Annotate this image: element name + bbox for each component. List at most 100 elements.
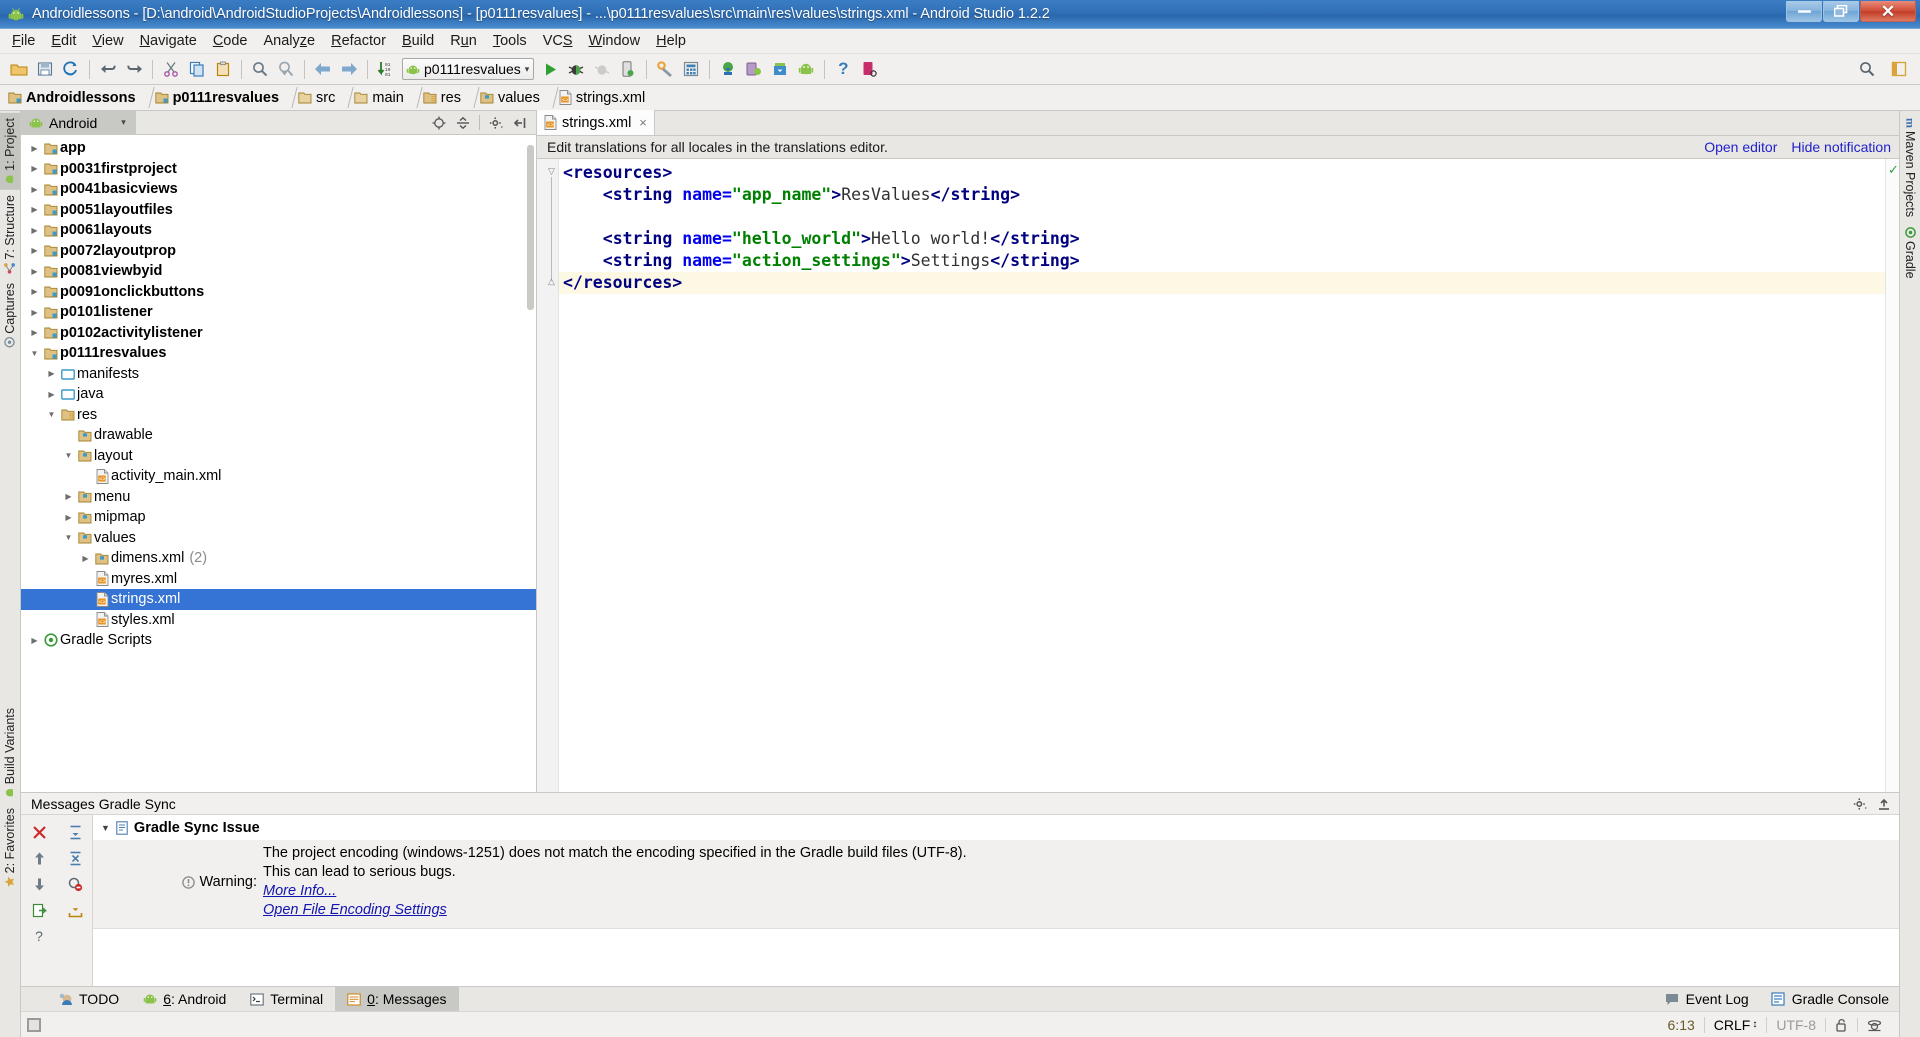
chevron-right-icon[interactable]: ▶ — [27, 226, 42, 235]
collapse-all-icon[interactable] — [455, 115, 471, 131]
menu-vcs[interactable]: VCS — [535, 30, 581, 53]
breadcrumb-item-androidlessons[interactable]: Androidlessons — [6, 85, 142, 111]
bottom-tab-gradle-console[interactable]: Gradle Console — [1771, 987, 1889, 1012]
layout-toggle-icon[interactable] — [1886, 56, 1912, 82]
bottom-tab-terminal[interactable]: Terminal — [238, 987, 335, 1012]
restore-button[interactable] — [1823, 1, 1859, 22]
minimize-button[interactable] — [1786, 1, 1822, 22]
caret-position[interactable]: 6:13 — [1659, 1017, 1704, 1033]
code-line[interactable]: <string name="app_name">ResValues</strin… — [559, 184, 1885, 206]
open-editor-link[interactable]: Open editor — [1704, 139, 1777, 155]
code-line[interactable]: <string name="action_settings">Settings<… — [559, 250, 1885, 272]
open-file-encoding-settings-link[interactable]: Open File Encoding Settings — [263, 901, 967, 920]
tree-item-p0111resvalues[interactable]: ▼ p0111resvalues — [21, 343, 536, 364]
menu-help[interactable]: Help — [648, 30, 694, 53]
breadcrumb-item-strings-xml[interactable]: <> strings.xml — [557, 85, 651, 111]
chevron-right-icon[interactable]: ▶ — [27, 246, 42, 255]
open-folder-icon[interactable] — [6, 56, 32, 82]
wrench-icon[interactable] — [652, 56, 678, 82]
collapse-all-icon[interactable] — [57, 845, 93, 871]
project-tree[interactable]: ▶ app ▶ p0031firstproject ▶ p0041basicviews ▶ p… — [21, 135, 536, 792]
chevron-right-icon[interactable]: ▶ — [78, 554, 93, 563]
editor-tab-strings-xml[interactable]: <> strings.xml × — [537, 110, 655, 135]
messages-warning-row[interactable]: Warning: The project encoding (windows-1… — [93, 840, 1899, 929]
sidebar-item-captures[interactable]: Captures — [0, 278, 20, 353]
undo-icon[interactable] — [95, 56, 121, 82]
tree-item-p0101listener[interactable]: ▶ p0101listener — [21, 302, 536, 323]
chevron-right-icon[interactable]: ▶ — [27, 205, 42, 214]
chevron-right-icon[interactable]: ▶ — [27, 144, 42, 153]
chevron-right-icon[interactable]: ▶ — [27, 328, 42, 337]
chevron-down-icon[interactable]: ▼ — [61, 533, 76, 542]
cut-icon[interactable] — [158, 56, 184, 82]
menu-edit[interactable]: Edit — [43, 30, 84, 53]
filter-errors-icon[interactable] — [57, 871, 93, 897]
line-separator[interactable]: CRLF ↕ — [1703, 1016, 1767, 1033]
sdk-sync-icon[interactable] — [715, 56, 741, 82]
tree-item-java[interactable]: ▶ java — [21, 384, 536, 405]
tree-item-menu[interactable]: ▶ menu — [21, 487, 536, 508]
menu-run[interactable]: Run — [442, 30, 485, 53]
sdk-manager-icon[interactable] — [767, 56, 793, 82]
menu-navigate[interactable]: Navigate — [132, 30, 205, 53]
bottom-tab-messages[interactable]: 0: Messages — [335, 986, 459, 1012]
tree-item-p0091onclickbuttons[interactable]: ▶ p0091onclickbuttons — [21, 282, 536, 303]
sidebar-item-favorites[interactable]: 2: Favorites — [0, 803, 20, 892]
scrollbar-thumb[interactable] — [527, 145, 534, 310]
tree-item-p0102activitylistener[interactable]: ▶ p0102activitylistener — [21, 323, 536, 344]
chevron-right-icon[interactable]: ▶ — [27, 164, 42, 173]
tree-item-styles-xml[interactable]: <> styles.xml — [21, 610, 536, 631]
messages-root-row[interactable]: ▼ Gradle Sync Issue — [93, 815, 1899, 840]
code-line[interactable]: <string name="hello_world">Hello world!<… — [559, 228, 1885, 250]
inspection-strip[interactable]: ✓ — [1885, 159, 1899, 792]
device-debug-icon[interactable] — [615, 56, 641, 82]
tree-item-mipmap[interactable]: ▶ mipmap — [21, 507, 536, 528]
hide-panel-icon[interactable] — [1877, 797, 1891, 811]
more-info-link[interactable]: More Info... — [263, 882, 967, 901]
find-replace-icon[interactable] — [273, 56, 299, 82]
avd-manager-icon[interactable] — [678, 56, 704, 82]
tree-item-p0041basicviews[interactable]: ▶ p0041basicviews — [21, 179, 536, 200]
tree-item-p0072layoutprop[interactable]: ▶ p0072layoutprop — [21, 241, 536, 262]
hide-notification-link[interactable]: Hide notification — [1791, 139, 1891, 155]
hector-inspector-icon[interactable] — [1857, 1017, 1891, 1032]
sidebar-item-build-variants[interactable]: Build Variants — [0, 703, 20, 803]
tree-item-activity-main-xml[interactable]: <> activity_main.xml — [21, 466, 536, 487]
hide-panel-icon[interactable] — [512, 115, 528, 131]
sidebar-item-maven-projects[interactable]: m Maven Projects — [1900, 113, 1920, 222]
tree-item-myres-xml[interactable]: <> myres.xml — [21, 569, 536, 590]
sidebar-item-project[interactable]: 1: Project — [0, 113, 20, 190]
chevron-right-icon[interactable]: ▶ — [27, 185, 42, 194]
sidebar-item-structure[interactable]: 7: Structure — [0, 190, 20, 279]
device-monitor-icon[interactable] — [741, 56, 767, 82]
search-everywhere-icon[interactable] — [1854, 56, 1880, 82]
chevron-down-icon[interactable]: ▼ — [101, 823, 110, 833]
back-icon[interactable] — [310, 56, 336, 82]
editor-gutter[interactable]: ▽ △ — [537, 159, 559, 792]
menu-build[interactable]: Build — [394, 30, 442, 53]
paste-icon[interactable] — [210, 56, 236, 82]
tree-item-res[interactable]: ▼ res — [21, 405, 536, 426]
run-icon[interactable] — [537, 56, 563, 82]
code-text[interactable]: <resources> <string name="app_name">ResV… — [559, 159, 1885, 792]
tree-item-strings-xml[interactable]: <> strings.xml — [21, 589, 536, 610]
encoding[interactable]: UTF-8 — [1766, 1016, 1825, 1033]
sync-refresh-icon[interactable] — [58, 56, 84, 82]
status-widget-icon[interactable] — [27, 1017, 41, 1032]
breadcrumb-item-res[interactable]: res — [421, 85, 467, 111]
menu-code[interactable]: Code — [205, 30, 256, 53]
project-tree-scrollbar[interactable] — [527, 135, 535, 792]
unlocked-icon[interactable] — [1825, 1017, 1857, 1032]
breadcrumb-item-values[interactable]: values — [478, 85, 546, 111]
menu-analyze[interactable]: Analyze — [256, 30, 324, 53]
chevron-right-icon[interactable]: ▶ — [27, 267, 42, 276]
sort-numeric-icon[interactable]: 01 10 01 — [373, 56, 399, 82]
menu-view[interactable]: View — [84, 30, 131, 53]
find-icon[interactable] — [247, 56, 273, 82]
gear-icon[interactable] — [488, 115, 504, 131]
menu-file[interactable]: File — [4, 30, 43, 53]
tree-item-layout[interactable]: ▼ layout — [21, 446, 536, 467]
chevron-right-icon[interactable]: ▶ — [27, 308, 42, 317]
redo-icon[interactable] — [121, 56, 147, 82]
forward-icon[interactable] — [336, 56, 362, 82]
